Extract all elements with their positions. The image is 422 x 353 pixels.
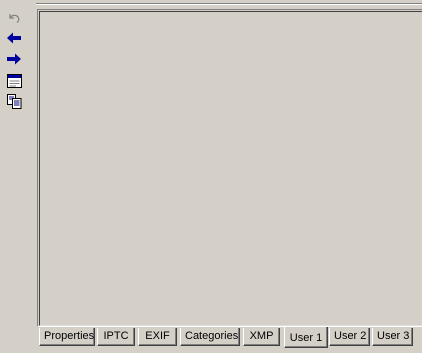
tab-categories[interactable]: Categories [180,328,240,346]
tab-user-2[interactable]: User 2 [329,328,370,346]
tab-strip: Properties IPTC EXIF Categories XMP User… [37,327,422,353]
window-icon[interactable] [5,73,23,89]
undo-icon[interactable] [5,10,23,26]
top-divider [36,3,422,5]
back-arrow-icon[interactable] [5,30,23,46]
vertical-toolbar [0,0,30,353]
copy-icon[interactable] [5,93,23,109]
content-panel [37,9,422,327]
tab-iptc[interactable]: IPTC [97,328,135,346]
tab-xmp[interactable]: XMP [243,328,280,346]
tab-user-3[interactable]: User 3 [372,328,413,346]
tab-user-1[interactable]: User 1 [284,327,328,348]
content-area [39,11,422,326]
tab-properties[interactable]: Properties [39,328,95,346]
forward-arrow-icon[interactable] [5,51,23,67]
tab-exif[interactable]: EXIF [138,328,177,346]
